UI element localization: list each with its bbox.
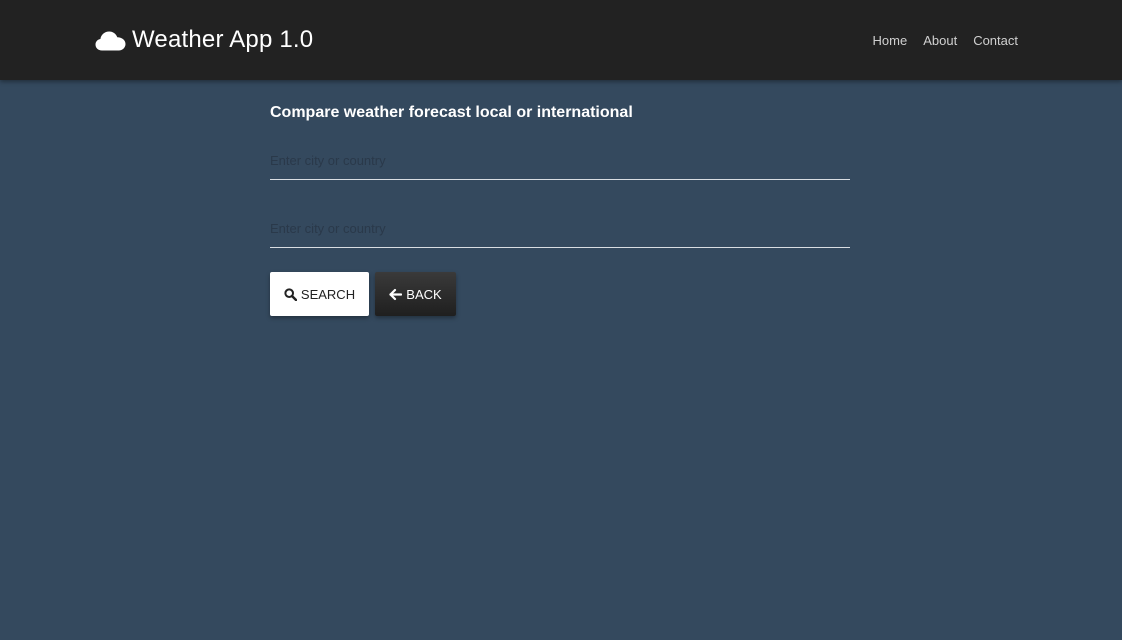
back-button-label: BACK (406, 286, 442, 302)
back-button[interactable]: BACK (375, 272, 456, 316)
search-button[interactable]: SEARCH (270, 272, 369, 316)
cloud-icon (95, 29, 126, 51)
first-location-input[interactable] (270, 142, 850, 179)
nav-about-link[interactable]: About (923, 33, 957, 48)
arrow-left-icon (389, 288, 403, 301)
top-nav: Home About Contact (873, 31, 1018, 49)
compare-form: Compare weather forecast local or intern… (270, 102, 850, 316)
form-actions: SEARCH BACK (270, 272, 850, 316)
nav-contact-link[interactable]: Contact (973, 33, 1018, 48)
search-button-label: SEARCH (300, 286, 356, 302)
second-location-input[interactable] (270, 210, 850, 247)
page-heading: Compare weather forecast local or intern… (270, 104, 633, 121)
nav-home-link[interactable]: Home (873, 33, 908, 48)
navbar: Weather App 1.0 Home About Contact (0, 0, 1122, 80)
first-location-field (270, 142, 850, 180)
second-location-field (270, 210, 850, 248)
brand-link[interactable]: Weather App 1.0 (95, 24, 313, 56)
search-icon (284, 287, 298, 301)
app-title: Weather App 1.0 (132, 26, 314, 53)
